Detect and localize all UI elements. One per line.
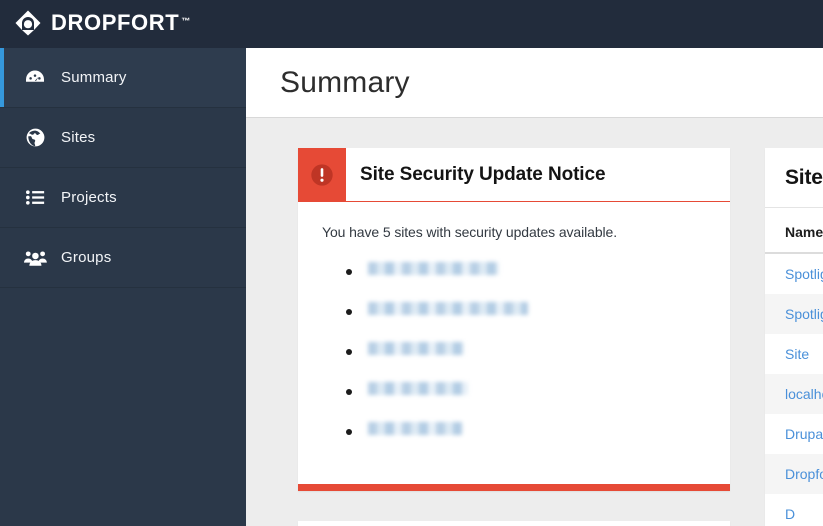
sites-table: Name Spotlight Spotlight Site [765,208,823,526]
globe-icon [22,125,48,151]
security-notice-header: Site Security Update Notice [298,148,730,202]
security-notice-site-list [346,262,710,442]
sidebar-item-groups[interactable]: Groups [0,228,246,288]
sidebar-item-label: Sites [61,129,96,146]
security-notice-title: Site Security Update Notice [360,163,606,185]
dropfort-diamond-logo-icon [15,10,41,36]
sites-table-body: Spotlight Spotlight Site localhost [765,253,823,526]
panels-row: Site Security Update Notice You have 5 s… [246,118,823,526]
brand-name: DROPFORT ™ [51,9,190,37]
table-row[interactable]: Dropfort [765,454,823,494]
redacted-site-name [368,262,499,275]
site-link[interactable]: localhost [785,386,823,402]
sidebar-item-sites[interactable]: Sites [0,108,246,168]
page-title: Summary [280,65,410,99]
redacted-site-name [368,382,468,395]
redacted-site-name [368,302,528,315]
sidebar-item-projects[interactable]: Projects [0,168,246,228]
table-cell-name: Site [765,334,823,374]
redacted-site-name [368,342,464,355]
dashboard-gauge-icon [22,65,48,91]
table-row[interactable]: Spotlight [765,253,823,294]
list-item[interactable] [346,422,710,442]
list-icon [22,185,48,211]
column-header-name[interactable]: Name [765,208,823,254]
right-column: Sites Name Spotlight [765,148,823,526]
table-cell-name: localhost [765,374,823,414]
site-projects-panel: Site Projects [298,521,730,526]
users-group-icon [22,245,48,271]
sites-panel-title: Sites [785,165,823,189]
site-link[interactable]: Spotlight [785,266,823,282]
trademark-symbol: ™ [181,16,191,26]
brand-logo[interactable]: DROPFORT ™ [14,9,190,37]
sidebar: Summary Sites Projects Groups [0,48,246,526]
security-notice-panel: Site Security Update Notice You have 5 s… [298,148,730,491]
left-column: Site Security Update Notice You have 5 s… [298,148,730,526]
table-row[interactable]: Site [765,334,823,374]
table-cell-name: Drupal [765,414,823,454]
exclamation-circle-icon [298,148,346,201]
list-item[interactable] [346,262,710,282]
site-projects-header[interactable]: Site Projects [298,521,730,526]
table-row[interactable]: D [765,494,823,526]
list-item[interactable] [346,342,710,362]
table-row[interactable]: Spotlight [765,294,823,334]
brand-name-text: DROPFORT [51,10,180,35]
site-link[interactable]: D [785,506,795,522]
table-row[interactable]: localhost [765,374,823,414]
sidebar-item-label: Summary [61,69,127,86]
top-bar: DROPFORT ™ [0,0,823,48]
site-link[interactable]: Site [785,346,809,362]
list-item[interactable] [346,302,710,322]
redacted-site-name [368,422,462,435]
table-row[interactable]: Drupal [765,414,823,454]
sites-table-head: Name [765,208,823,254]
security-notice-text: You have 5 sites with security updates a… [322,224,617,240]
list-item[interactable] [346,382,710,402]
table-cell-name: Spotlight [765,294,823,334]
table-cell-name: Spotlight [765,253,823,294]
table-cell-name: Dropfort [765,454,823,494]
sites-panel-header: Sites [765,148,823,208]
table-cell-name: D [765,494,823,526]
sidebar-item-summary[interactable]: Summary [0,48,246,108]
main-content: Summary Site Security Update Notice You … [246,48,823,526]
sidebar-item-label: Projects [61,189,117,206]
sites-panel: Sites Name Spotlight [765,148,823,526]
site-link[interactable]: Dropfort [785,466,823,482]
sidebar-item-label: Groups [61,249,112,266]
table-header-row: Name [765,208,823,254]
site-link[interactable]: Spotlight [785,306,823,322]
security-notice-body: You have 5 sites with security updates a… [298,202,730,484]
app-root: DROPFORT ™ Summary Sites Projects Groups… [0,0,823,526]
page-header: Summary [246,48,823,118]
site-link[interactable]: Drupal [785,426,823,442]
